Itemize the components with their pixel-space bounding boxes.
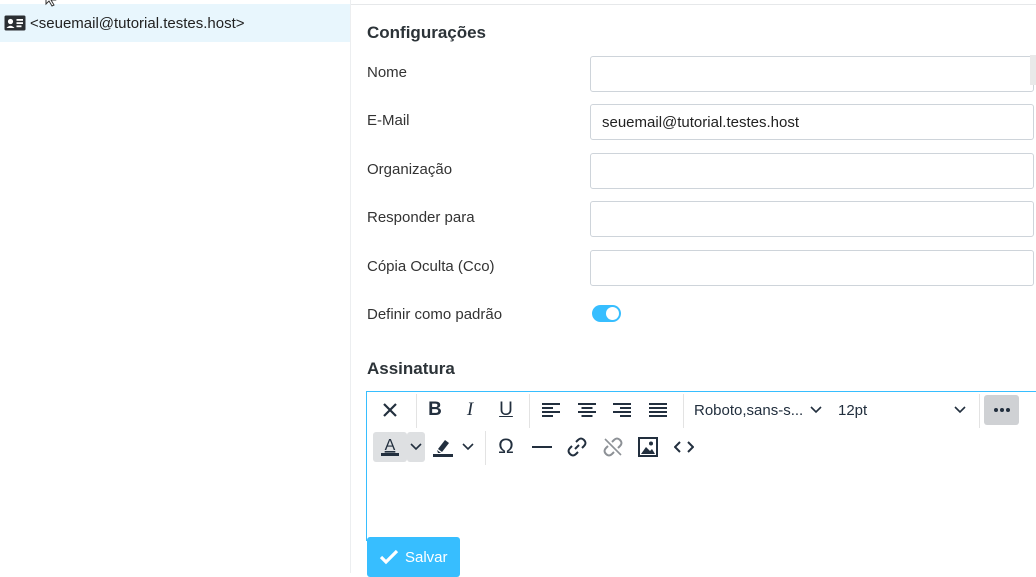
toolbar-separator xyxy=(416,394,417,428)
save-label: Salvar xyxy=(405,548,448,566)
omega-icon: Ω xyxy=(498,435,514,458)
italic-icon: I xyxy=(466,399,474,420)
check-icon xyxy=(379,549,399,565)
unlink-icon xyxy=(603,437,623,457)
identity-item[interactable]: <seuemail@tutorial.testes.host> xyxy=(0,4,350,42)
align-left-button[interactable] xyxy=(536,395,566,425)
horizontal-rule-icon xyxy=(532,446,552,448)
source-code-icon xyxy=(674,441,694,453)
top-divider xyxy=(351,0,1036,5)
more-button[interactable] xyxy=(984,395,1019,425)
underline-button[interactable]: U xyxy=(491,395,521,425)
toolbar-separator xyxy=(529,394,530,428)
text-color-icon: A xyxy=(381,437,399,456)
image-icon xyxy=(638,437,658,457)
organization-input[interactable] xyxy=(590,153,1034,189)
settings-title: Configurações xyxy=(367,23,487,42)
justify-button[interactable] xyxy=(643,395,673,425)
toolbar-separator xyxy=(683,394,684,428)
font-family-select[interactable]: Roboto,sans-s... xyxy=(689,395,825,425)
align-center-button[interactable] xyxy=(572,395,602,425)
horizontal-rule-button[interactable] xyxy=(527,432,557,462)
chevron-down-icon xyxy=(954,406,966,414)
text-color-button[interactable]: A xyxy=(373,432,407,462)
align-right-icon xyxy=(613,403,631,417)
special-char-button[interactable]: Ω xyxy=(491,432,521,462)
link-button[interactable] xyxy=(562,432,592,462)
bcc-input[interactable] xyxy=(590,250,1034,286)
more-icon xyxy=(993,408,1010,412)
svg-text:A: A xyxy=(385,437,396,454)
chevron-down-icon xyxy=(462,443,474,451)
name-label: Nome xyxy=(367,64,408,81)
highlight-icon xyxy=(433,440,453,457)
align-right-button[interactable] xyxy=(607,395,637,425)
chevron-down-icon xyxy=(810,406,822,414)
save-button[interactable]: Salvar xyxy=(367,537,460,577)
align-left-icon xyxy=(542,403,560,417)
font-size-value: 12pt xyxy=(838,402,868,419)
link-icon xyxy=(567,437,587,457)
identity-card-icon xyxy=(4,15,26,31)
signature-title: Assinatura xyxy=(367,359,455,378)
bcc-label: Cópia Oculta (Cco) xyxy=(367,258,495,275)
chevron-down-icon xyxy=(410,443,422,451)
toolbar-separator xyxy=(485,431,486,465)
text-color-dropdown[interactable] xyxy=(407,432,425,462)
bold-button[interactable]: B xyxy=(420,395,450,425)
reply-to-input[interactable] xyxy=(590,201,1034,237)
highlight-button[interactable] xyxy=(428,432,458,462)
email-label: E-Mail xyxy=(367,112,410,129)
name-input[interactable] xyxy=(590,56,1034,92)
default-label: Definir como padrão xyxy=(367,306,503,323)
email-input[interactable] xyxy=(590,104,1034,140)
mouse-cursor-icon xyxy=(45,0,57,7)
toggle-knob xyxy=(606,307,619,320)
image-button[interactable] xyxy=(633,432,663,462)
source-code-button[interactable] xyxy=(669,432,699,462)
italic-button[interactable]: I xyxy=(455,395,485,425)
justify-icon xyxy=(649,403,667,417)
clear-format-button[interactable] xyxy=(375,395,405,425)
identities-list: <seuemail@tutorial.testes.host> xyxy=(0,0,351,573)
toolbar-separator xyxy=(979,394,980,428)
signature-editor[interactable]: B I U Roboto,sans-s... 12pt A Ω xyxy=(366,391,1036,541)
font-size-select[interactable]: 12pt xyxy=(833,395,973,425)
font-family-value: Roboto,sans-s... xyxy=(694,402,804,419)
scrollbar[interactable] xyxy=(1030,55,1036,85)
organization-label: Organização xyxy=(367,161,453,178)
bold-icon: B xyxy=(428,399,442,420)
align-center-icon xyxy=(578,403,596,417)
highlight-dropdown[interactable] xyxy=(459,432,477,462)
clear-format-icon xyxy=(383,403,397,417)
reply-to-label: Responder para xyxy=(367,209,475,226)
unlink-button[interactable] xyxy=(598,432,628,462)
underline-icon: U xyxy=(499,399,513,420)
identity-label: <seuemail@tutorial.testes.host> xyxy=(30,14,245,32)
default-toggle[interactable] xyxy=(592,305,621,322)
